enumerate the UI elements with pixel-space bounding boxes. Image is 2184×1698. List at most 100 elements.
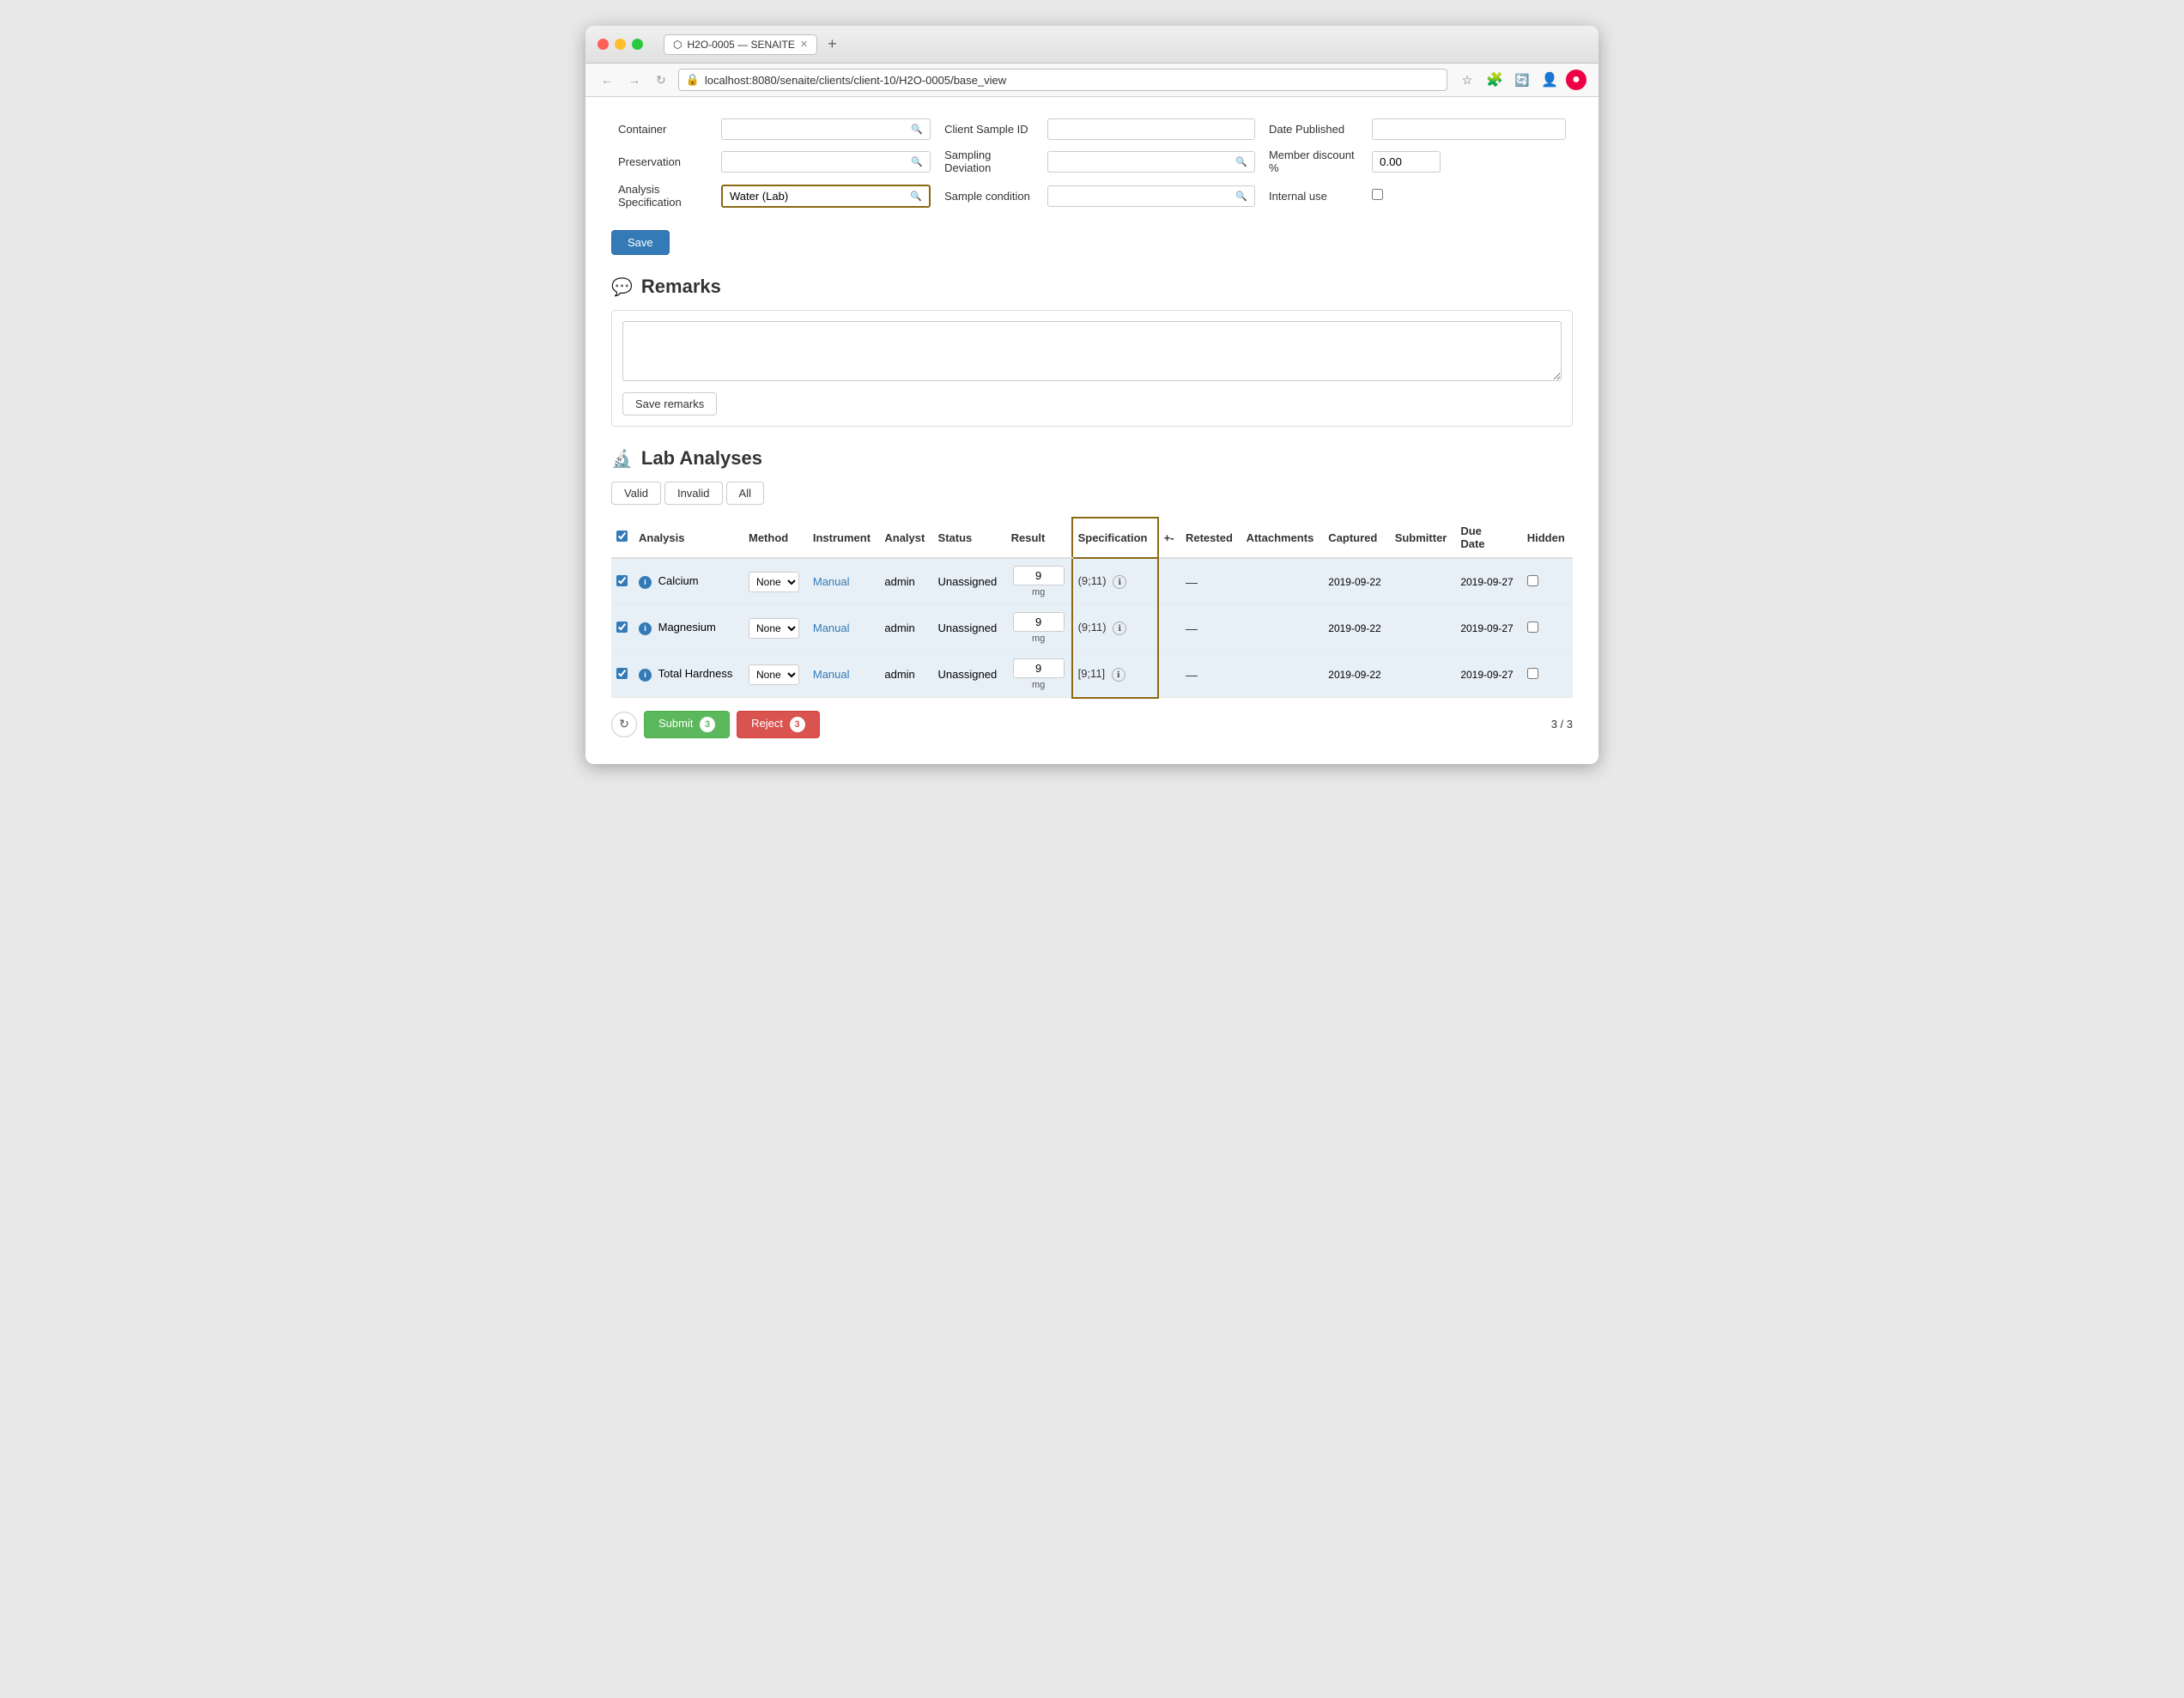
analysis-spec-input[interactable] [730, 190, 910, 203]
sync-icon[interactable]: 🔄 [1511, 69, 1533, 91]
row-status: Unassigned [933, 605, 1006, 652]
container-field[interactable]: 🔍 [721, 118, 931, 140]
hidden-checkbox[interactable] [1527, 622, 1538, 633]
analysis-spec-field[interactable]: 🔍 [721, 185, 931, 208]
spec-info-icon[interactable]: ℹ [1113, 622, 1126, 635]
spec-info-icon[interactable]: ℹ [1113, 575, 1126, 589]
method-select[interactable]: None [749, 618, 799, 639]
th-select-all[interactable] [611, 518, 634, 558]
row-retested: — [1180, 605, 1241, 652]
save-remarks-button[interactable]: Save remarks [622, 392, 717, 415]
analyses-header-row: Analysis Method Instrument Analyst Statu… [611, 518, 1573, 558]
row-hidden[interactable] [1522, 558, 1573, 605]
hidden-checkbox[interactable] [1527, 575, 1538, 586]
row-checkbox[interactable] [616, 575, 628, 586]
row-spec: [9;11] ℹ [1072, 652, 1158, 698]
date-published-input[interactable] [1380, 123, 1558, 136]
preservation-input[interactable] [729, 155, 911, 168]
active-tab[interactable]: ⬡ H2O-0005 — SENAITE ✕ [664, 34, 817, 55]
method-select[interactable]: None [749, 664, 799, 685]
forward-button[interactable]: → [625, 71, 644, 88]
row-submitter [1390, 605, 1456, 652]
row-spec: (9;11) ℹ [1072, 605, 1158, 652]
save-button[interactable]: Save [611, 230, 670, 255]
addressbar: ← → ↻ 🔒 ☆ 🧩 🔄 👤 ● [585, 64, 1599, 97]
browser-actions: ☆ 🧩 🔄 👤 ● [1456, 69, 1586, 91]
url-bar[interactable]: 🔒 [678, 69, 1447, 91]
result-input[interactable] [1013, 566, 1065, 585]
row-result[interactable]: mg [1006, 605, 1072, 652]
row-checkbox[interactable] [616, 668, 628, 679]
result-input[interactable] [1013, 658, 1065, 678]
sampling-deviation-field[interactable]: 🔍 [1047, 151, 1255, 173]
instrument-link[interactable]: Manual [813, 668, 850, 681]
instrument-link[interactable]: Manual [813, 575, 850, 588]
row-checkbox[interactable] [616, 622, 628, 633]
method-select[interactable]: None [749, 572, 799, 592]
row-instrument[interactable]: Manual [808, 558, 880, 605]
analysis-spec-search-icon: 🔍 [910, 191, 922, 202]
row-instrument[interactable]: Manual [808, 605, 880, 652]
row-checkbox-cell[interactable] [611, 605, 634, 652]
row-instrument[interactable]: Manual [808, 652, 880, 698]
star-icon[interactable]: ☆ [1456, 69, 1478, 91]
minimize-button[interactable] [615, 39, 626, 50]
maximize-button[interactable] [632, 39, 643, 50]
hidden-checkbox[interactable] [1527, 668, 1538, 679]
date-published-label: Date Published [1262, 114, 1365, 144]
reload-button[interactable]: ↻ [652, 71, 670, 89]
row-analyst: admin [879, 652, 932, 698]
spec-info-icon[interactable]: ℹ [1112, 668, 1125, 682]
sample-condition-input[interactable] [1055, 190, 1235, 203]
info-icon[interactable]: i [639, 576, 652, 589]
internal-use-checkbox[interactable] [1372, 189, 1383, 200]
submit-button[interactable]: Submit 3 [644, 711, 730, 738]
result-input[interactable] [1013, 612, 1065, 632]
analysis-name: Magnesium [658, 621, 716, 634]
row-analysis: i Magnesium [634, 605, 743, 652]
select-all-checkbox[interactable] [616, 531, 628, 542]
reject-button[interactable]: Reject 3 [737, 711, 819, 738]
senaite-icon[interactable]: ● [1566, 70, 1586, 90]
analyses-table: Analysis Method Instrument Analyst Statu… [611, 517, 1573, 699]
row-hidden[interactable] [1522, 652, 1573, 698]
member-discount-input[interactable] [1372, 151, 1441, 173]
row-due-date: 2019-09-27 [1455, 652, 1521, 698]
client-sample-id-field[interactable] [1047, 118, 1255, 140]
container-input[interactable] [729, 123, 911, 136]
filter-invalid-button[interactable]: Invalid [664, 482, 723, 505]
refresh-button[interactable]: ↻ [611, 712, 637, 737]
row-status: Unassigned [933, 558, 1006, 605]
filter-all-button[interactable]: All [726, 482, 764, 505]
instrument-link[interactable]: Manual [813, 622, 850, 634]
th-retested: Retested [1180, 518, 1241, 558]
new-tab-button[interactable]: + [824, 35, 840, 53]
tab-close-button[interactable]: ✕ [800, 39, 808, 50]
retested-dash: — [1186, 575, 1198, 589]
row-checkbox-cell[interactable] [611, 652, 634, 698]
reject-label: Reject [751, 717, 783, 730]
row-checkbox-cell[interactable] [611, 558, 634, 605]
sample-condition-field[interactable]: 🔍 [1047, 185, 1255, 207]
row-due-date: 2019-09-27 [1455, 558, 1521, 605]
spec-value: [9;11] [1078, 667, 1106, 680]
url-input[interactable] [705, 74, 1440, 87]
date-published-field[interactable] [1372, 118, 1566, 140]
row-method[interactable]: None [743, 652, 808, 698]
remarks-textarea[interactable] [622, 321, 1562, 381]
row-result[interactable]: mg [1006, 558, 1072, 605]
info-icon[interactable]: i [639, 669, 652, 682]
sampling-deviation-input[interactable] [1055, 155, 1235, 168]
extension-icon[interactable]: 🧩 [1483, 69, 1506, 91]
row-method[interactable]: None [743, 558, 808, 605]
row-hidden[interactable] [1522, 605, 1573, 652]
close-button[interactable] [598, 39, 609, 50]
preservation-field[interactable]: 🔍 [721, 151, 931, 173]
info-icon[interactable]: i [639, 622, 652, 635]
back-button[interactable]: ← [598, 71, 616, 88]
row-result[interactable]: mg [1006, 652, 1072, 698]
client-sample-id-input[interactable] [1055, 123, 1247, 136]
profile-icon[interactable]: 👤 [1538, 69, 1561, 91]
filter-valid-button[interactable]: Valid [611, 482, 661, 505]
row-method[interactable]: None [743, 605, 808, 652]
